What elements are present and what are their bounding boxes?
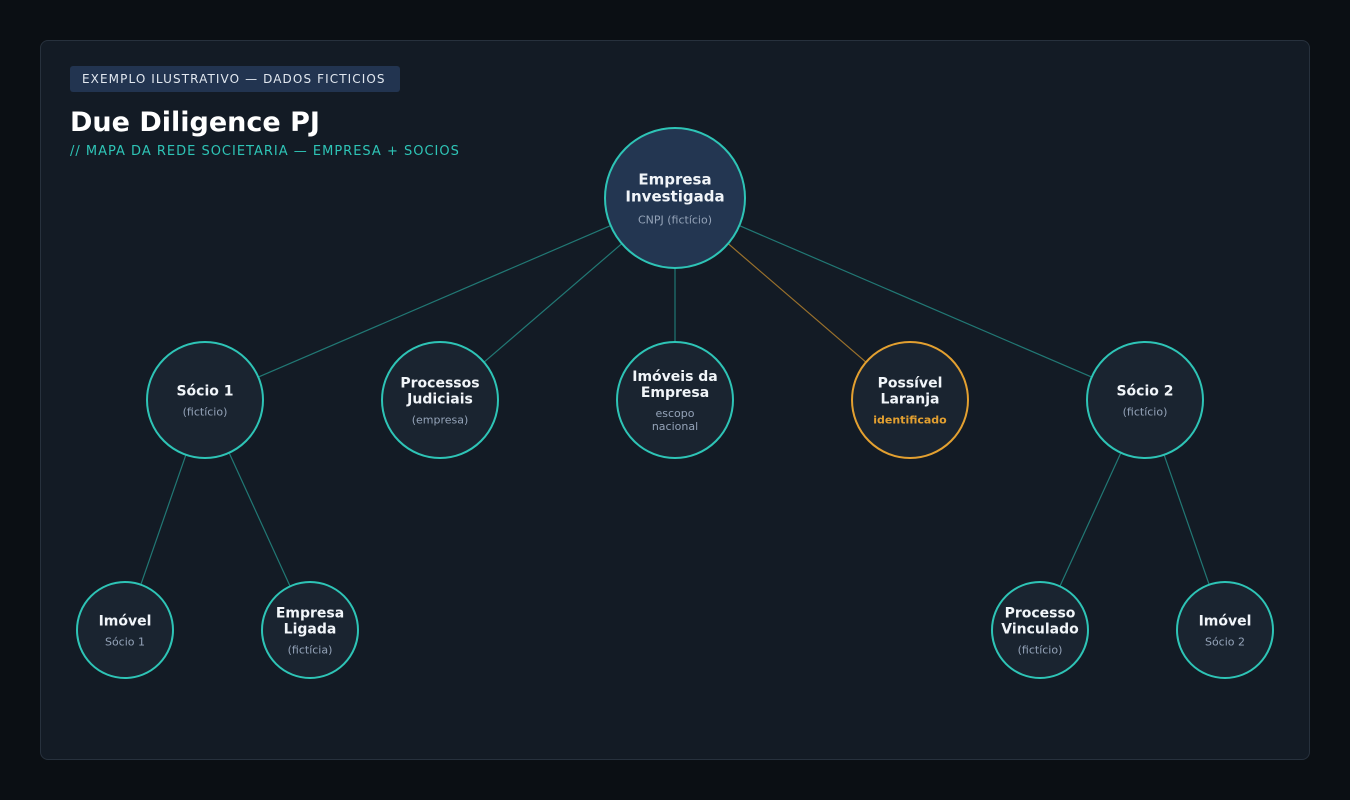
node-imoveis[interactable]: Imóveis daEmpresa escoponacional — [616, 341, 734, 459]
node-label: Processo — [1005, 606, 1076, 622]
node-sublabel: (fictícia) — [288, 644, 333, 657]
node-label: Vinculado — [1001, 622, 1079, 638]
node-label: Imóvel — [99, 614, 152, 630]
node-label: Imóvel — [1199, 614, 1252, 630]
node-processos[interactable]: ProcessosJudiciais (empresa) — [381, 341, 499, 459]
edge-socio1-imovel1 — [140, 454, 187, 585]
node-laranja[interactable]: PossívelLaranja identificado — [851, 341, 969, 459]
node-vinculado[interactable]: ProcessoVinculado (fictício) — [991, 581, 1089, 679]
node-label: Judiciais — [406, 392, 473, 408]
node-circle — [1086, 341, 1204, 459]
node-label: Ligada — [284, 622, 337, 638]
node-socio2[interactable]: Sócio 2 (fictício) — [1086, 341, 1204, 459]
node-sublabel: escopo — [656, 407, 695, 420]
node-sublabel: Sócio 1 — [105, 636, 145, 649]
node-label: Imóveis da — [632, 369, 718, 385]
node-label: Sócio 2 — [1116, 384, 1173, 400]
node-sublabel: CNPJ (fictício) — [638, 214, 712, 227]
edge-socio2-imovel2 — [1163, 454, 1210, 585]
node-imovel2[interactable]: Imóvel Sócio 2 — [1176, 581, 1274, 679]
node-label: Sócio 1 — [176, 384, 233, 400]
node-label: Possível — [878, 376, 943, 392]
node-sublabel: (fictício) — [183, 406, 228, 419]
node-label: Empresa — [641, 385, 709, 401]
node-root[interactable]: EmpresaInvestigada CNPJ (fictício) — [604, 127, 746, 269]
node-sublabel: nacional — [652, 420, 698, 433]
node-label: Empresa — [276, 606, 344, 622]
edge-root-processos — [483, 243, 623, 363]
node-ligada[interactable]: EmpresaLigada (fictícia) — [261, 581, 359, 679]
edge-root-laranja — [727, 243, 867, 363]
nodes-layer: EmpresaInvestigadaCNPJ (fictício)Sócio 1… — [76, 127, 1274, 679]
node-socio1[interactable]: Sócio 1 (fictício) — [146, 341, 264, 459]
node-label: Investigada — [625, 188, 724, 206]
node-circle — [146, 341, 264, 459]
edge-socio1-ligada — [228, 452, 291, 587]
node-label: Empresa — [638, 171, 711, 189]
node-circle — [76, 581, 174, 679]
node-sublabel: (empresa) — [412, 414, 469, 427]
node-sublabel: Sócio 2 — [1205, 636, 1245, 649]
node-label: Laranja — [881, 392, 940, 408]
edge-socio2-vinculado — [1059, 452, 1122, 587]
node-label: Processos — [400, 376, 479, 392]
corporate-network-diagram: EmpresaInvestigadaCNPJ (fictício)Sócio 1… — [76, 127, 1274, 679]
node-sublabel: (fictício) — [1123, 406, 1168, 419]
node-imovel1[interactable]: Imóvel Sócio 1 — [76, 581, 174, 679]
node-sublabel: (fictício) — [1018, 644, 1063, 657]
node-status-label: identificado — [873, 414, 947, 427]
node-circle — [1176, 581, 1274, 679]
